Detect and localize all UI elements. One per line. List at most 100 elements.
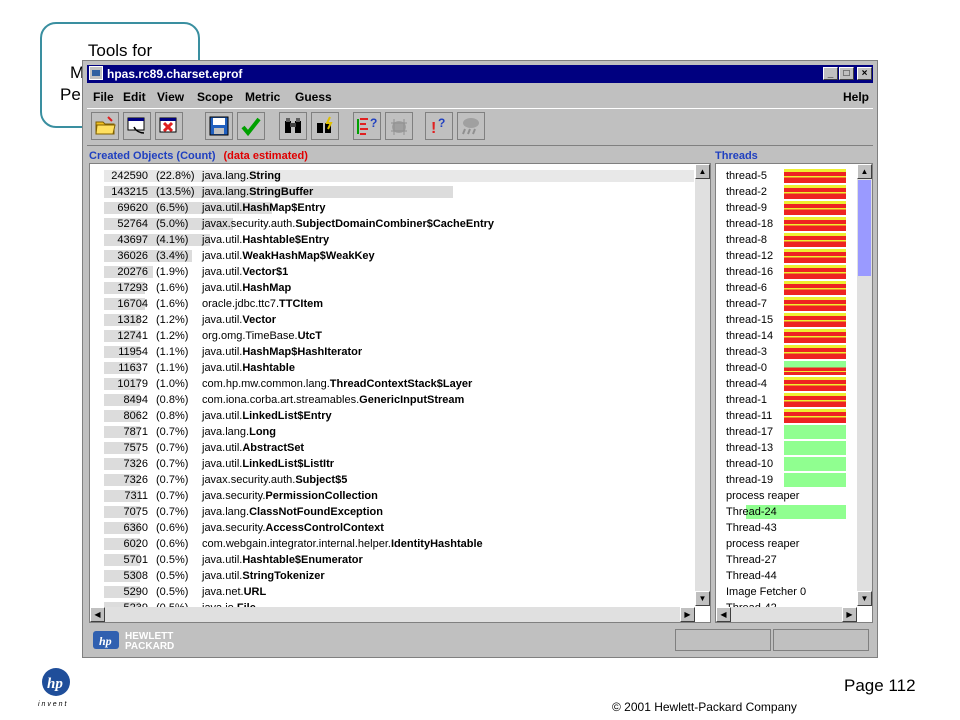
menu-edit[interactable]: Edit [123,89,146,105]
storm-ghosted-icon[interactable] [457,112,485,140]
minimize-button[interactable]: _ [823,67,838,80]
find-next-icon[interactable] [311,112,339,140]
thread-row[interactable]: thread-5 [716,168,856,184]
thread-row[interactable]: thread-18 [716,216,856,232]
thread-row[interactable]: thread-0 [716,360,856,376]
threads-horizontal-scrollbar[interactable]: ◀ ▶ [716,607,857,622]
object-row[interactable]: 7871 (0.7%) java.lang.Long [90,424,690,440]
object-row[interactable]: 8062 (0.8%) java.util.LinkedList$Entry [90,408,690,424]
object-row[interactable]: 11637 (1.1%) java.util.Hashtable [90,360,690,376]
threads-vertical-scrollbar[interactable]: ▲ ▼ [857,164,872,606]
thread-row[interactable]: thread-9 [716,200,856,216]
thread-row[interactable]: Thread-24 [716,504,856,520]
object-row[interactable]: 8494 (0.8%) com.iona.corba.art.streamables… [90,392,690,408]
thread-row[interactable]: thread-16 [716,264,856,280]
thread-activity-bar [784,409,846,423]
object-row[interactable]: 7326 (0.7%) java.util.LinkedList$ListItr [90,456,690,472]
threads-scroll-thumb[interactable] [858,180,871,276]
scroll-down-arrow-icon[interactable]: ▼ [857,591,872,606]
object-row[interactable]: 52764 (5.0%) javax.security.auth.SubjectDo… [90,216,690,232]
thread-row[interactable]: thread-14 [716,328,856,344]
object-row[interactable]: 7575 (0.7%) java.util.AbstractSet [90,440,690,456]
scroll-right-arrow-icon[interactable]: ▶ [680,607,695,622]
alert-question-icon[interactable]: !? [425,112,453,140]
thread-row[interactable]: process reaper [716,488,856,504]
thread-row[interactable]: thread-13 [716,440,856,456]
scroll-up-arrow-icon[interactable]: ▲ [695,164,710,179]
thread-row[interactable]: thread-8 [716,232,856,248]
scroll-left-arrow-icon[interactable]: ◀ [90,607,105,622]
page-number: Page 112 [844,676,916,695]
menu-file[interactable]: File [93,89,114,105]
close-file-icon[interactable] [155,112,183,140]
thread-row[interactable]: thread-17 [716,424,856,440]
thread-name: thread-11 [726,410,773,422]
objects-list[interactable]: 242590 (22.8%) java.lang.String 143215 (13.5… [89,163,711,623]
object-count: 7326 [123,458,148,470]
thread-row[interactable]: Thread-44 [716,568,856,584]
object-row[interactable]: 11954 (1.1%) java.util.HashMap$HashIterato… [90,344,690,360]
thread-row[interactable]: thread-11 [716,408,856,424]
menu-metric[interactable]: Metric [245,89,280,105]
object-row[interactable]: 69620 (6.5%) java.util.HashMap$Entry [90,200,690,216]
thread-row[interactable]: thread-4 [716,376,856,392]
object-row[interactable]: 13182 (1.2%) java.util.Vector [90,312,690,328]
thread-row[interactable]: thread-10 [716,456,856,472]
menu-guess[interactable]: Guess [295,89,332,105]
object-row[interactable]: 242590 (22.8%) java.lang.String [90,168,694,184]
thread-row[interactable]: thread-1 [716,392,856,408]
thread-row[interactable]: thread-2 [716,184,856,200]
thread-row[interactable]: thread-19 [716,472,856,488]
object-row[interactable]: 20276 (1.9%) java.util.Vector$1 [90,264,690,280]
scroll-down-arrow-icon[interactable]: ▼ [695,591,710,606]
object-row[interactable]: 16704 (1.6%) oracle.jdbc.ttc7.TTCItem [90,296,690,312]
open-folder-icon[interactable] [91,112,119,140]
thread-activity-bar [784,441,846,455]
object-row[interactable]: 6360 (0.6%) java.security.AccessControlCon… [90,520,690,536]
thread-row[interactable]: process reaper [716,536,856,552]
thread-row[interactable]: Thread-43 [716,520,856,536]
maximize-button[interactable]: □ [839,67,854,80]
scroll-left-arrow-icon[interactable]: ◀ [716,607,731,622]
object-row[interactable]: 36026 (3.4%) java.util.WeakHashMap$WeakKey [90,248,690,264]
properties-icon[interactable] [123,112,151,140]
bug-ghosted-icon[interactable] [385,112,413,140]
thread-row[interactable]: thread-12 [716,248,856,264]
checkmark-icon[interactable] [237,112,265,140]
copyright-notice: © 2001 Hewlett-Packard Company [612,700,797,714]
objects-horizontal-scrollbar[interactable]: ◀ ▶ [90,607,695,622]
thread-row[interactable]: Thread-27 [716,552,856,568]
thread-row[interactable]: thread-7 [716,296,856,312]
thread-name: thread-9 [726,202,767,214]
thread-row[interactable]: Image Fetcher 0 [716,584,856,600]
close-button[interactable]: × [857,67,872,80]
object-row[interactable]: 5308 (0.5%) java.util.StringTokenizer [90,568,690,584]
window-titlebar[interactable]: hpas.rc89.charset.eprof _ □ × [87,65,873,83]
thread-row[interactable]: thread-3 [716,344,856,360]
guess-list-icon[interactable]: ? [353,112,381,140]
thread-row[interactable]: thread-15 [716,312,856,328]
threads-list[interactable]: thread-5 thread-2 thread-9 thread-18 thread-… [715,163,873,623]
object-row[interactable]: 5701 (0.5%) java.util.Hashtable$Enumerator [90,552,690,568]
object-row[interactable]: 7326 (0.7%) javax.security.auth.Subject$5 [90,472,690,488]
object-row[interactable]: 12741 (1.2%) org.omg.TimeBase.UtcT [90,328,690,344]
objects-vertical-scrollbar[interactable]: ▲ ▼ [695,164,710,606]
object-row[interactable]: 10179 (1.0%) com.hp.mw.common.lang.ThreadC… [90,376,690,392]
object-row[interactable]: 143215 (13.5%) java.lang.StringBuffer [90,184,690,200]
thread-row[interactable]: thread-6 [716,280,856,296]
menu-help[interactable]: Help [843,89,869,105]
scroll-right-arrow-icon[interactable]: ▶ [842,607,857,622]
object-row[interactable]: 7311 (0.7%) java.security.PermissionCollec… [90,488,690,504]
menu-view[interactable]: View [157,89,184,105]
scroll-up-arrow-icon[interactable]: ▲ [857,164,872,179]
app-icon[interactable] [89,66,103,80]
object-row[interactable]: 5290 (0.5%) java.net.URL [90,584,690,600]
object-count: 13182 [117,314,148,326]
object-row[interactable]: 6020 (0.6%) com.webgain.integrator.interna… [90,536,690,552]
menu-scope[interactable]: Scope [197,89,233,105]
object-row[interactable]: 17293 (1.6%) java.util.HashMap [90,280,690,296]
object-row[interactable]: 7075 (0.7%) java.lang.ClassNotFoundExcepti… [90,504,690,520]
object-row[interactable]: 43697 (4.1%) java.util.Hashtable$Entry [90,232,690,248]
save-icon[interactable] [205,112,233,140]
binoculars-find-icon[interactable] [279,112,307,140]
